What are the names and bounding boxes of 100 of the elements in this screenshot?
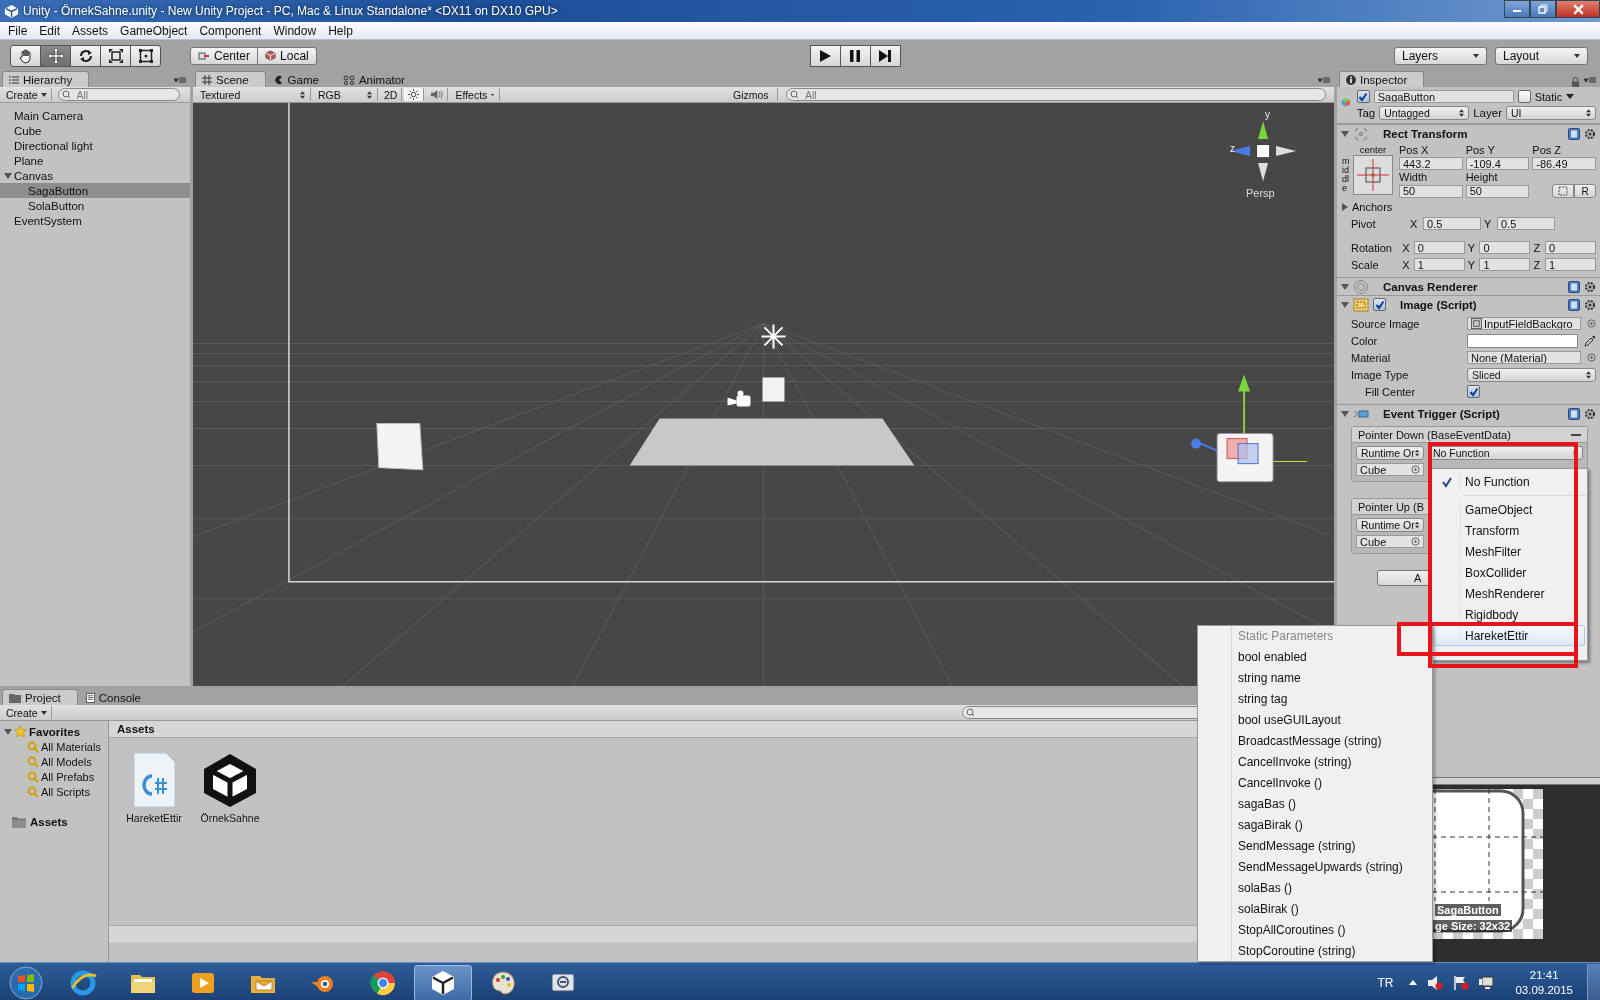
settings-icon[interactable] bbox=[1584, 298, 1596, 311]
hierarchy-item[interactable]: Cube bbox=[0, 123, 190, 138]
panel-menu-icon[interactable] bbox=[174, 76, 186, 84]
menu-item[interactable]: solaBas () bbox=[1198, 878, 1432, 899]
maximize-button[interactable] bbox=[1530, 0, 1556, 18]
color-field[interactable] bbox=[1467, 333, 1578, 348]
project-tab[interactable]: Console bbox=[79, 690, 157, 705]
object-field[interactable]: None (Material) bbox=[1467, 351, 1581, 364]
settings-icon[interactable] bbox=[1584, 127, 1596, 140]
pause-button[interactable] bbox=[839, 44, 871, 67]
menu-item[interactable]: sagaBirak () bbox=[1198, 815, 1432, 836]
menu-item[interactable]: Help bbox=[322, 23, 359, 38]
menu-item[interactable]: Rigidbody bbox=[1433, 604, 1585, 625]
menu-item[interactable]: string name bbox=[1198, 668, 1432, 689]
hierarchy-item[interactable]: Canvas bbox=[0, 168, 190, 183]
selected-button-quad[interactable] bbox=[1216, 433, 1274, 483]
hierarchy-tab[interactable]: Hierarchy bbox=[2, 71, 90, 87]
flag-icon[interactable] bbox=[1453, 974, 1470, 991]
language-indicator[interactable]: TR bbox=[1377, 975, 1394, 990]
play-button[interactable] bbox=[809, 44, 841, 67]
foldout-icon[interactable] bbox=[4, 171, 12, 180]
menu-item[interactable]: Assets bbox=[66, 23, 115, 38]
layout-dropdown[interactable]: Layout bbox=[1495, 46, 1588, 65]
2d-toggle[interactable]: 2D bbox=[380, 88, 403, 101]
settings-icon[interactable] bbox=[1584, 280, 1596, 293]
caret-icon[interactable] bbox=[1566, 94, 1575, 99]
number-field[interactable]: 1 bbox=[1545, 258, 1597, 271]
create-dropdown[interactable]: Create bbox=[2, 88, 52, 101]
object-picker-icon[interactable] bbox=[1587, 319, 1596, 328]
active-checkbox[interactable] bbox=[1356, 90, 1370, 103]
search-field[interactable]: All bbox=[57, 88, 180, 101]
static-checkbox[interactable] bbox=[1517, 90, 1531, 103]
object-field[interactable]: Cube bbox=[1356, 463, 1424, 476]
anchor-preset-button[interactable] bbox=[1353, 155, 1393, 195]
object-picker-icon[interactable] bbox=[1411, 465, 1420, 474]
assets-folder-item[interactable]: Assets bbox=[0, 814, 108, 829]
layer-dropdown[interactable]: UI bbox=[1506, 106, 1596, 120]
object-field[interactable]: InputFieldBackgro bbox=[1467, 317, 1581, 330]
menu-item[interactable]: MeshRenderer bbox=[1433, 583, 1585, 604]
foldout-icon[interactable] bbox=[1341, 282, 1349, 291]
component-header[interactable]: Rect Transform bbox=[1337, 124, 1600, 142]
menu-item[interactable]: MeshFilter bbox=[1433, 541, 1585, 562]
number-field[interactable]: 50 bbox=[1399, 184, 1463, 198]
tag-dropdown[interactable]: Untagged bbox=[1379, 106, 1470, 120]
object-field[interactable]: Cube bbox=[1356, 535, 1424, 548]
panel-menu-icon[interactable] bbox=[1318, 76, 1330, 84]
menu-item[interactable]: GameObject bbox=[114, 23, 194, 38]
image-type-dropdown[interactable]: Sliced bbox=[1467, 367, 1596, 382]
blueprint-mode-button[interactable] bbox=[1552, 184, 1574, 198]
hierarchy-item[interactable]: Directional light bbox=[0, 138, 190, 153]
number-field[interactable]: 0 bbox=[1545, 241, 1597, 254]
menu-item[interactable]: StopAllCoroutines () bbox=[1198, 920, 1432, 941]
hierarchy-item[interactable]: SagaButton bbox=[0, 183, 190, 198]
gizmos-dropdown[interactable]: Gizmos bbox=[728, 88, 778, 101]
hierarchy-item[interactable]: Plane bbox=[0, 153, 190, 168]
project-tab[interactable]: Project bbox=[2, 689, 78, 705]
minimize-button[interactable] bbox=[1504, 0, 1530, 18]
component-header[interactable]: Canvas Renderer bbox=[1337, 277, 1600, 295]
eyedropper-icon[interactable] bbox=[1584, 334, 1596, 347]
tool-button[interactable] bbox=[40, 44, 71, 67]
clock-date[interactable]: 03.09.2015 bbox=[1515, 982, 1573, 998]
speaker-icon[interactable] bbox=[1427, 974, 1444, 991]
menu-item[interactable]: CancelInvoke () bbox=[1198, 773, 1432, 794]
anchors-foldout-label[interactable]: Anchors bbox=[1352, 200, 1393, 213]
object-picker-icon[interactable] bbox=[1587, 353, 1596, 362]
projection-label[interactable]: Persp bbox=[1246, 187, 1275, 199]
orientation-gizmo[interactable] bbox=[1230, 121, 1297, 182]
view-tab[interactable]: Scene bbox=[195, 71, 266, 87]
runtime-dropdown[interactable]: Runtime Or bbox=[1356, 518, 1424, 532]
number-field[interactable]: 0 bbox=[1413, 241, 1465, 254]
foldout-icon[interactable] bbox=[1341, 409, 1349, 418]
menu-item[interactable]: solaBirak () bbox=[1198, 899, 1432, 920]
cube[interactable] bbox=[762, 377, 785, 402]
menu-item[interactable]: Transform bbox=[1433, 520, 1585, 541]
help-icon[interactable] bbox=[1568, 407, 1580, 420]
menu-item[interactable]: Component bbox=[193, 23, 268, 38]
menu-item[interactable]: string tag bbox=[1198, 689, 1432, 710]
foldout-icon[interactable] bbox=[1341, 202, 1349, 211]
caret-icon[interactable] bbox=[1409, 980, 1418, 985]
tool-button[interactable] bbox=[130, 44, 161, 67]
hierarchy-item[interactable]: EventSystem bbox=[0, 213, 190, 228]
shading-dropdown[interactable]: Textured bbox=[195, 88, 311, 101]
lock-icon[interactable] bbox=[1571, 77, 1580, 87]
enabled-checkbox[interactable] bbox=[1373, 298, 1386, 311]
menu-item[interactable]: CancelInvoke (string) bbox=[1198, 752, 1432, 773]
menu-item[interactable]: GameObject bbox=[1433, 499, 1585, 520]
menu-item[interactable]: bool enabled bbox=[1198, 647, 1432, 668]
inspector-tab[interactable]: Inspector bbox=[1339, 71, 1425, 87]
effects-dropdown[interactable]: Effects bbox=[450, 88, 501, 101]
raw-edit-button[interactable]: R bbox=[1574, 184, 1596, 198]
settings-icon[interactable] bbox=[1584, 407, 1596, 420]
step-button[interactable] bbox=[869, 44, 901, 67]
button-quad[interactable] bbox=[376, 423, 424, 471]
fill-center-checkbox[interactable] bbox=[1467, 385, 1480, 398]
menu-item[interactable]: Edit bbox=[33, 23, 67, 38]
lighting-toggle[interactable] bbox=[404, 88, 425, 101]
clock-time[interactable]: 21:41 bbox=[1529, 967, 1559, 983]
layers-dropdown[interactable]: Layers bbox=[1394, 46, 1487, 65]
foldout-icon[interactable] bbox=[4, 727, 12, 736]
pivot-button[interactable]: Center bbox=[190, 46, 259, 65]
